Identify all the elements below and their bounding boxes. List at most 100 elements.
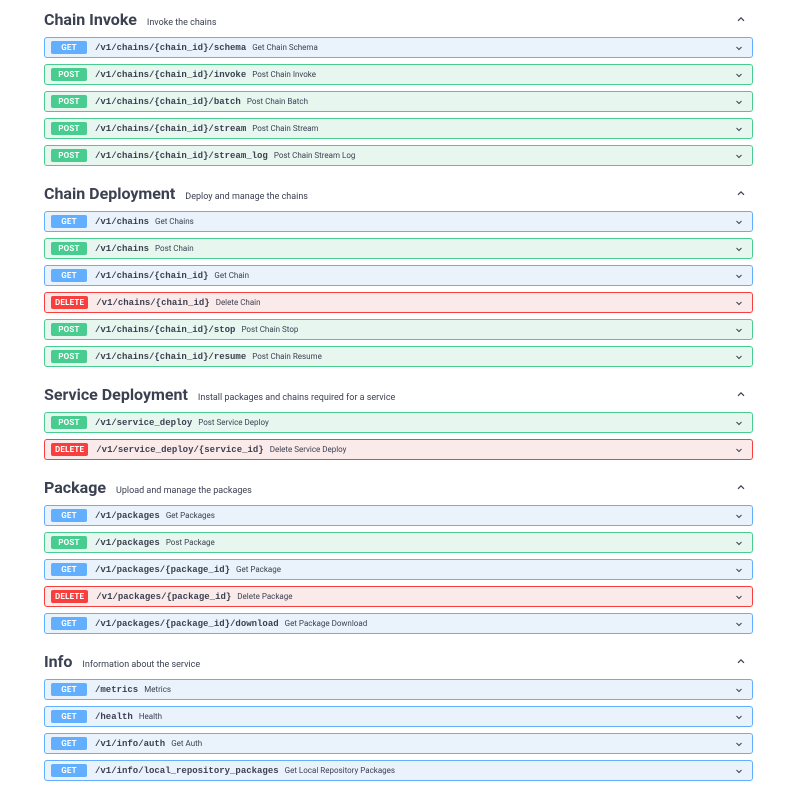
endpoint-summary: Get Local Repository Packages — [285, 766, 395, 775]
endpoint-summary: Post Chain Stream Log — [274, 151, 356, 160]
method-badge: DELETE — [51, 590, 88, 603]
section-header[interactable]: Chain DeploymentDeploy and manage the ch… — [44, 174, 753, 211]
section-description: Upload and manage the packages — [116, 486, 252, 496]
endpoint-summary: Get Chain — [214, 271, 249, 280]
api-section: Package Upload and manage the packages GET… — [44, 468, 753, 634]
endpoint-row[interactable]: GET/v1/packages/{package_id}/downloadGet… — [44, 613, 753, 634]
method-badge: GET — [51, 710, 87, 723]
endpoint-summary: Metrics — [144, 685, 171, 694]
chevron-down-icon — [734, 712, 744, 722]
api-section: InfoInformation about the serviceGET/met… — [44, 642, 753, 781]
endpoint-row[interactable]: GET/v1/chains/{chain_id}Get Chain — [44, 265, 753, 286]
chevron-down-icon — [734, 43, 744, 53]
endpoint-path: /metrics — [95, 685, 138, 695]
chevron-up-icon — [735, 481, 747, 493]
method-badge: DELETE — [51, 296, 88, 309]
chevron-down-icon — [734, 418, 744, 428]
endpoint-row[interactable]: POST/v1/service_deployPost Service Deplo… — [44, 412, 753, 433]
endpoint-row[interactable]: DELETE/v1/service_deploy/{service_id}Del… — [44, 439, 753, 460]
endpoint-row[interactable]: DELETE/v1/chains/{chain_id} Delete Chain — [44, 292, 753, 313]
chevron-down-icon — [734, 619, 744, 629]
section-header[interactable]: Service DeploymentInstall packages and c… — [44, 375, 753, 412]
endpoint-row[interactable]: POST/v1/chains/{chain_id}/invokePost Cha… — [44, 64, 753, 85]
endpoint-summary: Post Chain Stream — [252, 124, 318, 133]
endpoint-row[interactable]: POST/v1/chains/{chain_id}/batchPost Chai… — [44, 91, 753, 112]
method-badge: POST — [51, 242, 87, 255]
endpoint-row[interactable]: GET/v1/info/local_repository_packagesGet… — [44, 760, 753, 781]
endpoint-row[interactable]: GET/metrics Metrics — [44, 679, 753, 700]
chevron-down-icon — [734, 325, 744, 335]
endpoint-row[interactable]: POST/v1/packagesPost Package — [44, 532, 753, 553]
method-badge: POST — [51, 68, 87, 81]
endpoint-path: /v1/chains/{chain_id}/stop — [95, 325, 235, 335]
chevron-down-icon — [734, 244, 744, 254]
endpoint-path: /v1/info/local_repository_packages — [95, 766, 279, 776]
endpoint-summary: Get Package Download — [285, 619, 368, 628]
endpoint-row[interactable]: POST/v1/chains/{chain_id}/resumePost Cha… — [44, 346, 753, 367]
endpoint-row[interactable]: GET/v1/packages/{package_id}Get Package — [44, 559, 753, 580]
method-badge: GET — [51, 683, 87, 696]
endpoint-path: /v1/chains — [95, 217, 149, 227]
chevron-down-icon — [734, 565, 744, 575]
section-description: Install packages and chains required for… — [198, 393, 395, 403]
section-title: Package — [44, 478, 106, 497]
method-badge: POST — [51, 95, 87, 108]
method-badge: GET — [51, 563, 87, 576]
section-header[interactable]: Chain Invoke Invoke the chains — [44, 0, 753, 37]
endpoint-summary: Get Packages — [166, 511, 215, 520]
chevron-down-icon — [734, 511, 744, 521]
section-header[interactable]: Package Upload and manage the packages — [44, 468, 753, 505]
endpoint-summary: Post Service Deploy — [198, 418, 269, 427]
method-badge: DELETE — [51, 443, 88, 456]
endpoint-row[interactable]: POST/v1/chainsPost Chain — [44, 238, 753, 259]
section-header[interactable]: InfoInformation about the service — [44, 642, 753, 679]
chevron-down-icon — [734, 739, 744, 749]
endpoint-summary: Delete Chain — [216, 298, 261, 307]
chevron-down-icon — [734, 97, 744, 107]
endpoint-path: /v1/chains/{chain_id} — [95, 271, 208, 281]
endpoint-row[interactable]: GET/v1/chains/{chain_id}/schemaGet Chain… — [44, 37, 753, 58]
section-title: Chain Invoke — [44, 10, 137, 29]
chevron-up-icon — [735, 655, 747, 667]
method-badge: GET — [51, 737, 87, 750]
endpoint-path: /v1/chains/{chain_id} — [96, 298, 209, 308]
method-badge: POST — [51, 323, 87, 336]
endpoint-row[interactable]: GET/healthHealth — [44, 706, 753, 727]
endpoint-summary: Post Chain Resume — [252, 352, 322, 361]
method-badge: POST — [51, 122, 87, 135]
section-title: Info — [44, 652, 72, 671]
chevron-down-icon — [734, 685, 744, 695]
method-badge: POST — [51, 416, 87, 429]
endpoint-path: /v1/chains/{chain_id}/batch — [95, 97, 241, 107]
endpoint-summary: Post Chain Stop — [241, 325, 298, 334]
chevron-up-icon — [735, 388, 747, 400]
endpoint-path: /v1/chains/{chain_id}/schema — [95, 43, 246, 53]
endpoint-path: /v1/chains/{chain_id}/stream_log — [95, 151, 268, 161]
endpoint-row[interactable]: DELETE/v1/packages/{package_id}Delete Pa… — [44, 586, 753, 607]
chevron-down-icon — [734, 151, 744, 161]
endpoint-summary: Health — [139, 712, 162, 721]
chevron-down-icon — [734, 124, 744, 134]
endpoint-row[interactable]: GET/v1/info/authGet Auth — [44, 733, 753, 754]
endpoint-summary: Delete Package — [237, 592, 292, 601]
method-badge: POST — [51, 149, 87, 162]
endpoint-row[interactable]: GET/v1/chainsGet Chains — [44, 211, 753, 232]
method-badge: GET — [51, 41, 87, 54]
section-description: Invoke the chains — [147, 18, 217, 28]
chevron-down-icon — [734, 217, 744, 227]
chevron-down-icon — [734, 766, 744, 776]
endpoint-path: /v1/packages — [95, 538, 160, 548]
endpoint-row[interactable]: GET/v1/packages Get Packages — [44, 505, 753, 526]
method-badge: POST — [51, 350, 87, 363]
endpoint-path: /v1/packages — [95, 511, 160, 521]
endpoint-path: /v1/packages/{package_id} — [95, 565, 230, 575]
api-section: Chain DeploymentDeploy and manage the ch… — [44, 174, 753, 367]
endpoint-path: /v1/packages/{package_id}/download — [95, 619, 279, 629]
method-badge: GET — [51, 509, 87, 522]
endpoint-row[interactable]: POST/v1/chains/{chain_id}/stream_log Post… — [44, 145, 753, 166]
chevron-up-icon — [735, 187, 747, 199]
endpoint-summary: Post Chain — [155, 244, 194, 253]
endpoint-row[interactable]: POST/v1/chains/{chain_id}/stop Post Chain… — [44, 319, 753, 340]
endpoint-row[interactable]: POST/v1/chains/{chain_id}/streamPost Cha… — [44, 118, 753, 139]
endpoint-summary: Get Chains — [155, 217, 194, 226]
